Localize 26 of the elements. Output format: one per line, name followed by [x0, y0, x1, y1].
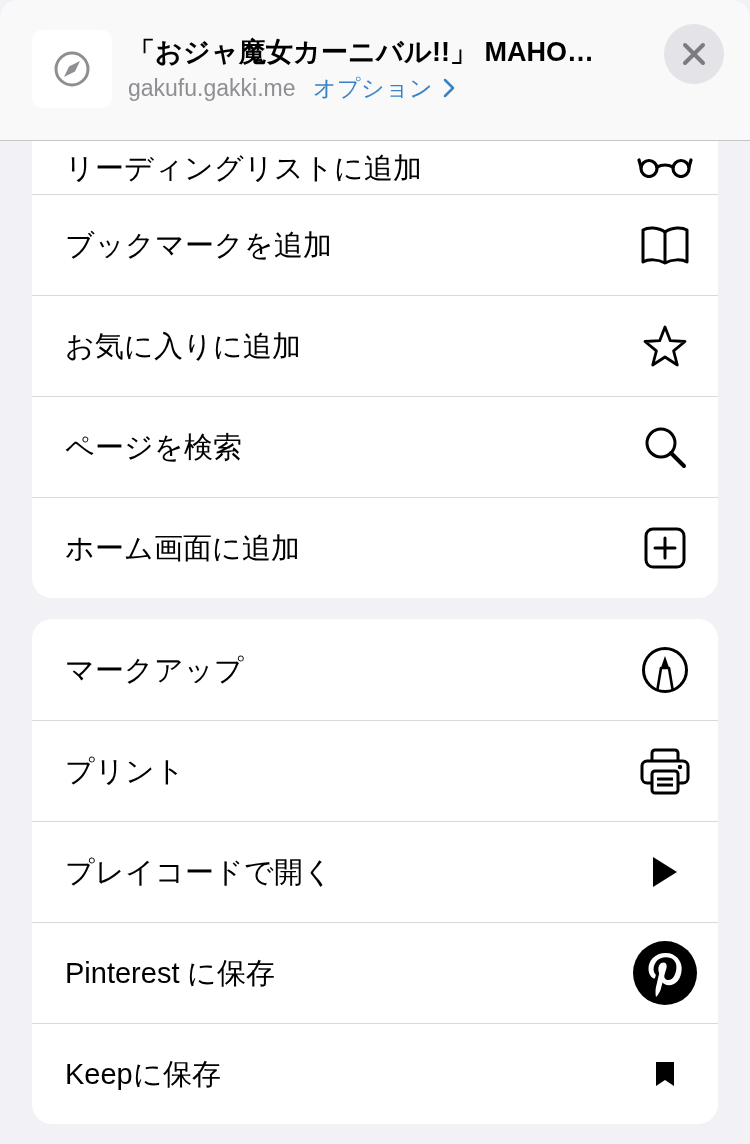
close-icon [682, 42, 706, 66]
menu-item[interactable]: Pinterest に保存 [32, 922, 718, 1023]
star-icon [641, 324, 689, 368]
menu-item[interactable]: マークアップ [32, 619, 718, 720]
options-link[interactable]: オプション [313, 74, 456, 102]
chevron-right-icon [443, 78, 456, 98]
play-icon [651, 855, 679, 889]
menu-item[interactable]: Keepに保存 [32, 1023, 718, 1124]
search-icon [643, 425, 687, 469]
page-title: 「おジャ魔女カーニバル!!」 MAHO… [128, 36, 594, 68]
plus-square-icon [644, 527, 686, 569]
glasses-icon [637, 157, 693, 178]
menu-item[interactable]: ブックマークを追加 [32, 194, 718, 295]
printer-icon [640, 747, 690, 795]
p-logo-icon [633, 941, 697, 1005]
book-icon [640, 224, 690, 266]
bookmark-icon [655, 1061, 675, 1087]
menu-item[interactable]: ページを検索 [32, 396, 718, 497]
menu-item[interactable]: プレイコードで開く [32, 821, 718, 922]
menu-item[interactable]: プリント [32, 720, 718, 821]
site-url: gakufu.gakki.me [128, 74, 296, 102]
menu-item[interactable]: お気に入りに追加 [32, 295, 718, 396]
compass-icon [32, 30, 112, 108]
pen-in-circle-icon [641, 645, 689, 694]
menu-item[interactable]: リーディングリストに追加 [32, 141, 718, 194]
menu-item[interactable]: ホーム画面に追加 [32, 497, 718, 598]
